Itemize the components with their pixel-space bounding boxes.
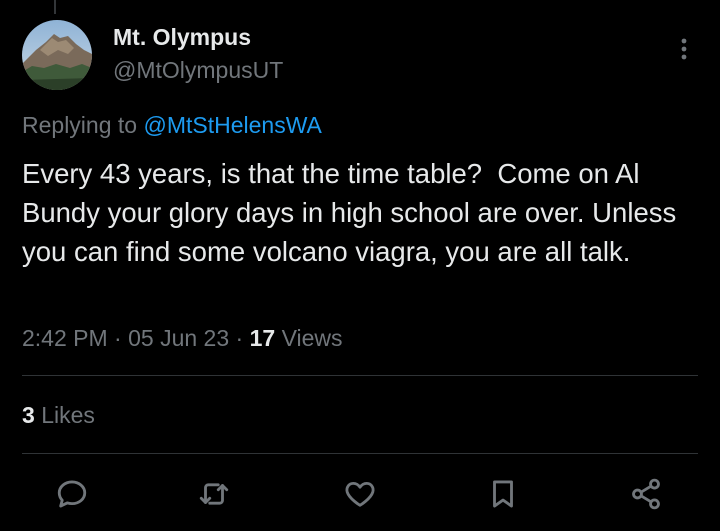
tweet-date[interactable]: 05 Jun 23: [128, 325, 229, 351]
more-vertical-icon[interactable]: [671, 36, 697, 62]
share-icon[interactable]: [626, 474, 666, 514]
avatar[interactable]: [22, 20, 92, 90]
heart-icon[interactable]: [340, 474, 380, 514]
views-label: Views: [281, 325, 343, 351]
replying-to-line: Replying to @MtStHelensWA: [22, 112, 322, 139]
likes-count: 3: [22, 402, 35, 428]
meta-separator: ·: [114, 325, 122, 351]
reply-mention-link[interactable]: @MtStHelensWA: [143, 112, 321, 138]
thread-connector-line: [54, 0, 56, 14]
tweet-metadata: 2:42 PM · 05 Jun 23 · 17 Views: [22, 325, 343, 352]
retweet-icon[interactable]: [194, 474, 234, 514]
avatar-mountain-image: [22, 20, 92, 90]
divider: [22, 453, 698, 454]
user-handle[interactable]: @MtOlympusUT: [113, 57, 283, 84]
views-count: 17: [249, 325, 276, 351]
replying-to-label: Replying to: [22, 112, 138, 138]
bookmark-icon[interactable]: [483, 474, 523, 514]
tweet-text: Every 43 years, is that the time table? …: [22, 158, 684, 267]
display-name[interactable]: Mt. Olympus: [113, 24, 251, 51]
meta-separator: ·: [235, 325, 244, 351]
reply-icon[interactable]: [52, 474, 92, 514]
likes-stat[interactable]: 3 Likes: [22, 402, 95, 429]
divider: [22, 375, 698, 376]
likes-label: Likes: [41, 402, 95, 428]
tweet-time[interactable]: 2:42 PM: [22, 325, 108, 351]
